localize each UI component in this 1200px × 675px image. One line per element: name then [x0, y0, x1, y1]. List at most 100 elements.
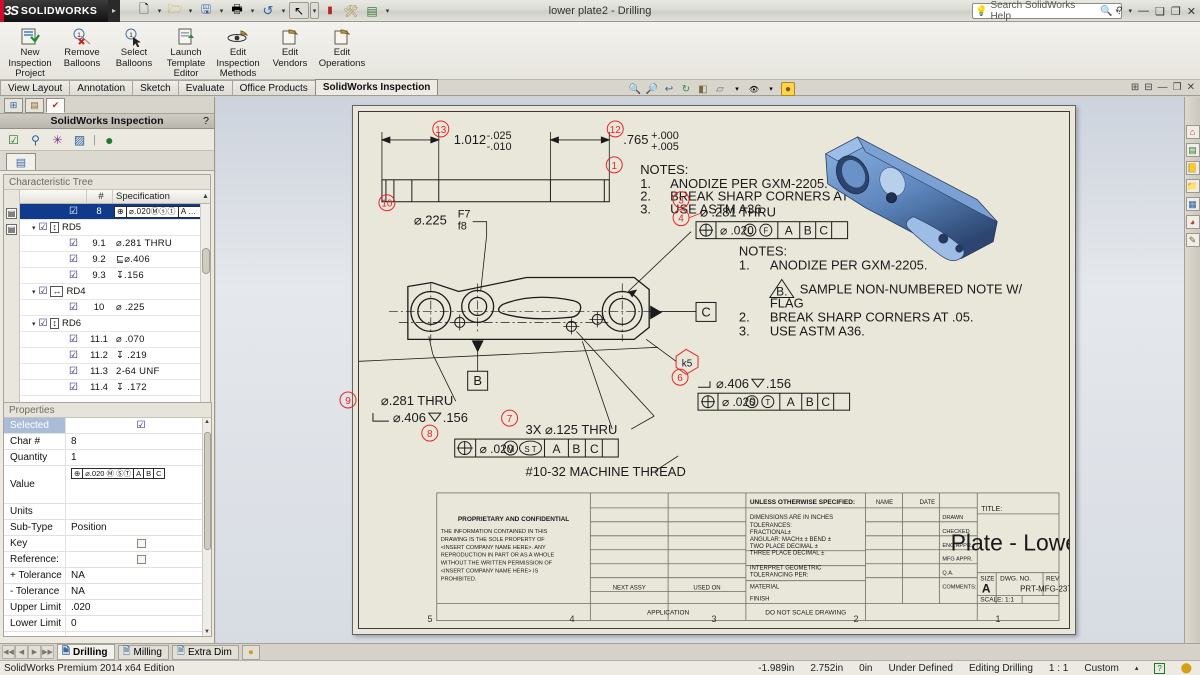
inspection-manager-tab[interactable]: ✔	[46, 98, 65, 113]
tab-office-products[interactable]: Office Products	[232, 80, 316, 95]
row-group-toggle[interactable]: ▾ ☑ ↕ RD5	[20, 222, 86, 233]
file-explorer-icon[interactable]: 📁	[1186, 179, 1200, 193]
property-value[interactable]	[66, 504, 211, 519]
table-row[interactable]: ☑ 11.3 2-64 UNF	[20, 364, 210, 380]
property-row-subtype[interactable]: Sub-Type Position	[4, 520, 211, 536]
balloon-sequence-icon[interactable]: ✳	[49, 131, 66, 148]
minimize-icon[interactable]: —	[1138, 5, 1149, 17]
tab-view-layout[interactable]: View Layout	[0, 80, 70, 95]
property-value-fcf[interactable]: ⊕ ⌀.020 Ⓜ ⓈⓉ A B C	[66, 466, 211, 503]
table-row[interactable]: ☑ 8 ⊕ ⌀.020Ⓜⓢⓣ A ...	[20, 204, 210, 220]
row-checkbox[interactable]: ☑	[20, 238, 86, 249]
property-value[interactable]: NA	[66, 568, 211, 583]
collapse-all-icon[interactable]: ▤	[6, 224, 17, 235]
table-row[interactable]: ☑ 9.1 ⌀.281 THRU	[20, 236, 210, 252]
row-checkbox[interactable]: ☑	[20, 382, 86, 393]
custom-properties-icon[interactable]: ✎	[1186, 233, 1200, 247]
table-row[interactable]: ☑ 10 ⌀ .225	[20, 300, 210, 316]
chevron-down-icon[interactable]: ▾	[32, 224, 36, 232]
maximize-icon[interactable]: ❐	[1171, 5, 1181, 18]
display-style-icon[interactable]: ▱	[713, 82, 727, 96]
property-row-units[interactable]: Units	[4, 504, 211, 520]
launch-template-editor-button[interactable]: LaunchTemplateEditor	[160, 22, 212, 80]
property-value-checkbox[interactable]: ☑	[66, 418, 211, 433]
left-panel-help-icon[interactable]: ?	[203, 115, 209, 127]
sheet-tab-drilling[interactable]: 🗎 Drilling	[57, 644, 115, 660]
split-pane-icon[interactable]: ⊞	[1131, 82, 1139, 93]
table-row[interactable]: ☑ 11.4 ↧ .172	[20, 380, 210, 396]
property-row-quantity[interactable]: Quantity 1	[4, 450, 211, 466]
property-value[interactable]: Position	[66, 520, 211, 535]
row-checkbox[interactable]: ☑	[20, 254, 86, 265]
properties-scrollbar[interactable]: ▲ ▼	[202, 418, 211, 636]
status-units-caret-icon[interactable]: ▴	[1135, 664, 1139, 672]
drawing-sheet[interactable]: 1.012 -.025 -.010 .765 +.000 +.005 13 12…	[352, 105, 1076, 635]
extract-characteristics-icon[interactable]: ⚲	[27, 131, 44, 148]
property-value[interactable]: 8	[66, 434, 211, 449]
tab-solidworks-inspection[interactable]: SolidWorks Inspection	[315, 79, 439, 95]
edit-vendors-button[interactable]: EditVendors	[264, 22, 316, 69]
property-row-lower-limit[interactable]: Lower Limit 0	[4, 616, 211, 632]
table-row[interactable]: ☑ 9.2 ⊑⌀.406	[20, 252, 210, 268]
display-style-caret[interactable]: ▾	[730, 82, 744, 96]
property-value-checkbox[interactable]	[66, 536, 211, 551]
edit-operations-button[interactable]: EditOperations	[316, 22, 368, 69]
help-icon[interactable]: ?	[1116, 5, 1122, 17]
property-manager-tab[interactable]: ▤	[25, 98, 44, 113]
table-row[interactable]: ☑ 11.1 ⌀ .070	[20, 332, 210, 348]
hide-show-caret[interactable]: ▾	[764, 82, 778, 96]
property-row-selected[interactable]: Selected ☑	[4, 418, 211, 434]
row-checkbox[interactable]: ☑	[20, 334, 86, 345]
property-row-reference[interactable]: Reference:	[4, 552, 211, 568]
property-value[interactable]	[66, 632, 211, 636]
search-magnifier-icon[interactable]: 🔍	[1100, 6, 1112, 17]
recent-documents-icon[interactable]: ▤	[1186, 143, 1200, 157]
sheet-tab-milling[interactable]: 🗎 Milling	[118, 645, 169, 660]
close-icon[interactable]: ✕	[1187, 5, 1196, 18]
apply-scene-icon[interactable]: ●	[781, 82, 795, 96]
select-balloons-button[interactable]: 1 SelectBalloons	[108, 22, 160, 69]
zoom-to-fit-icon[interactable]: 🔍	[628, 82, 642, 96]
row-checkbox[interactable]: ☑	[20, 350, 86, 361]
property-value-checkbox[interactable]	[66, 552, 211, 567]
hide-show-icon[interactable]: 👁	[747, 82, 761, 96]
tree-sort-arrow-icon[interactable]: ▲	[198, 190, 210, 203]
graphics-area[interactable]: 1.012 -.025 -.010 .765 +.000 +.005 13 12…	[216, 97, 1184, 643]
row-group-toggle[interactable]: ▾ ☑ ↕ RD6	[20, 318, 86, 329]
status-units[interactable]: Custom	[1084, 663, 1118, 674]
tab-sketch[interactable]: Sketch	[132, 80, 179, 95]
property-value[interactable]: .020	[66, 600, 211, 615]
first-sheet-arrow[interactable]: ◀◀	[2, 645, 15, 659]
restore-panel-icon[interactable]: ❐	[1173, 82, 1182, 93]
property-value[interactable]: NA	[66, 584, 211, 599]
row-checkbox[interactable]: ☑	[20, 366, 86, 377]
property-row-key[interactable]: Key	[4, 536, 211, 552]
export-report-icon[interactable]: ▨	[71, 131, 88, 148]
row-checkbox[interactable]: ☑	[20, 270, 86, 281]
search-help-box[interactable]: 💡 Search SolidWorks Help 🔍 ▾	[972, 3, 1122, 19]
characteristics-subtab[interactable]: ▤	[6, 153, 36, 170]
properties-grid[interactable]: Selected ☑ Char # 8 Quantity 1 Value ⊕	[4, 418, 211, 636]
row-checkbox[interactable]: ☑	[20, 206, 86, 217]
feature-manager-tab[interactable]: ⊞	[4, 98, 23, 113]
properties-scroll-down-arrow[interactable]: ▼	[203, 629, 211, 635]
chevron-down-icon[interactable]: ▾	[32, 288, 36, 296]
new-project-icon[interactable]: ☑	[5, 131, 22, 148]
tree-scrollbar-thumb[interactable]	[202, 248, 210, 274]
expand-all-icon[interactable]: ▤	[6, 208, 17, 219]
table-row[interactable]: ▾ ☑ ↔ RD4	[20, 284, 210, 300]
last-sheet-arrow[interactable]: ▶▶	[41, 645, 54, 659]
property-row-char-num[interactable]: Char # 8	[4, 434, 211, 450]
home-icon[interactable]: ⌂	[1186, 125, 1200, 139]
new-inspection-project-button[interactable]: NewInspectionProject	[4, 22, 56, 80]
add-sheet-button[interactable]: ●	[242, 645, 260, 660]
property-row-upper-limit[interactable]: Upper Limit .020	[4, 600, 211, 616]
appearances-icon[interactable]: ◕	[1186, 215, 1200, 229]
remove-balloons-button[interactable]: 1 RemoveBalloons	[56, 22, 108, 69]
split-pane-2-icon[interactable]: ⊟	[1144, 82, 1152, 93]
zoom-to-area-icon[interactable]: 🔎	[645, 82, 659, 96]
properties-scrollbar-thumb[interactable]	[204, 432, 211, 550]
tab-evaluate[interactable]: Evaluate	[178, 80, 233, 95]
close-panel-icon[interactable]: ✕	[1187, 82, 1195, 93]
tab-annotation[interactable]: Annotation	[69, 80, 133, 95]
